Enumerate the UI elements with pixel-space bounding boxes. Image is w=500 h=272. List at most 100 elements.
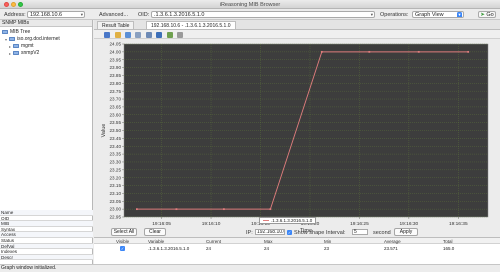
y-tick-label: 24.05: [110, 42, 122, 47]
table-icon[interactable]: [146, 31, 152, 38]
y-tick-label: 23.50: [110, 128, 122, 133]
folder-icon: [2, 30, 8, 34]
y-tick-label: 23.20: [110, 175, 122, 180]
y-tick-label: 23.25: [110, 167, 122, 172]
property-table: Name OID MIB Syntax Access Status DefVal…: [0, 210, 93, 261]
status-bar: Graph window initialized.: [0, 264, 500, 272]
bar-icon[interactable]: [167, 31, 173, 38]
data-point: [135, 208, 138, 211]
y-tick-label: 23.15: [110, 183, 122, 188]
sidebar-header: SNMP MIBs: [0, 20, 92, 27]
y-tick-label: 23.70: [110, 97, 122, 102]
address-value: 192.168.10.6: [30, 11, 63, 18]
y-tick-label: 23.55: [110, 120, 122, 125]
stats-table: Visible Variable Current Max Min Average…: [94, 237, 500, 264]
show-shape-checkbox[interactable]: ✓: [287, 229, 292, 235]
mib-sidebar: SNMP MIBs MIB Tree ▾ iso.org.dod.interne…: [0, 20, 93, 264]
table-header: Visible Variable Current Max Min Average…: [94, 238, 500, 244]
open-icon[interactable]: [115, 31, 121, 38]
y-tick-label: 23.60: [110, 112, 122, 117]
cell-total: 165.0: [443, 245, 455, 251]
chart-icon[interactable]: [156, 31, 162, 38]
folder-icon: [13, 51, 19, 55]
graph-controls: Select All Clear IP: 192.168.10.6 ✓ Show…: [94, 227, 500, 237]
col-current: Current: [206, 238, 222, 244]
ip-label: IP:: [246, 229, 253, 236]
y-tick-label: 23.75: [110, 89, 122, 94]
go-button[interactable]: ➤ Go: [478, 10, 496, 18]
oid-combo[interactable]: .1.3.6.1.3.2016.5.1.0 ▾: [151, 10, 375, 18]
tree-item-mgmt[interactable]: ▸ mgmt: [9, 43, 34, 49]
address-toolbar: Address: 192.168.10.6 ▾ Advanced... OID:…: [0, 9, 500, 20]
address-label: Address:: [4, 12, 26, 18]
y-tick-label: 23.10: [110, 191, 122, 196]
folder-icon: [13, 44, 19, 48]
cell-average: 23.571: [384, 245, 398, 251]
interval-label: Interval:: [326, 229, 346, 236]
ip-field[interactable]: 192.168.10.6: [255, 228, 285, 235]
select-all-button[interactable]: Select All: [111, 228, 137, 236]
col-max: Max: [264, 238, 273, 244]
tree-item-mib-tree[interactable]: MIB Tree: [2, 29, 30, 35]
clear-button[interactable]: Clear: [144, 228, 166, 236]
y-tick-label: 23.40: [110, 144, 122, 149]
y-tick-label: 23.95: [110, 57, 122, 62]
tab-result-table[interactable]: Result Table: [97, 21, 135, 29]
y-tick-label: 23.65: [110, 105, 122, 110]
y-tick-label: 23.30: [110, 160, 122, 165]
tool-icon[interactable]: [177, 31, 183, 38]
window-title: iReasoning MIB Browser: [219, 1, 281, 8]
apply-button[interactable]: Apply: [394, 228, 418, 236]
property-descr: Descr: [0, 254, 93, 261]
cell-variable: .1.3.6.1.3.2016.5.1.0: [148, 245, 190, 251]
y-tick-label: 23.05: [110, 199, 122, 204]
y-tick-label: 24.00: [110, 49, 122, 54]
print-icon[interactable]: [104, 31, 110, 38]
col-visible: Visible: [116, 238, 130, 244]
show-shape-label: Show shape: [294, 229, 325, 236]
tab-graph[interactable]: 192.168.10.6 - .1.3.6.1.3.2016.5.1.0: [146, 21, 236, 29]
title-bar: iReasoning MIB Browser: [0, 0, 500, 9]
data-point: [368, 50, 371, 53]
y-axis-label: Value: [101, 124, 107, 138]
advanced-link[interactable]: Advanced...: [99, 12, 128, 18]
col-average: Average: [384, 238, 401, 244]
go-arrow-icon: ➤: [480, 11, 485, 18]
graph-pane: Result Table 192.168.10.6 - .1.3.6.1.3.2…: [94, 20, 500, 264]
chevron-down-icon: ▾: [370, 11, 373, 17]
data-point: [269, 208, 272, 211]
chevron-down-icon: ▾: [80, 11, 83, 17]
graph-area: 24.05 24.00 23.95 23.90 23.85 23.80 23.75 23.70…: [94, 39, 500, 236]
operations-select[interactable]: Graph View ▾: [412, 10, 464, 18]
cell-current: 24: [206, 245, 212, 251]
operations-value: Graph View: [415, 11, 444, 18]
y-tick-label: 23.35: [110, 152, 122, 157]
y-tick-label: 23.90: [110, 65, 122, 70]
data-point: [223, 208, 225, 211]
interval-field[interactable]: 5: [352, 228, 368, 235]
address-combo[interactable]: 192.168.10.6 ▾: [27, 10, 85, 18]
cell-min: 23: [324, 245, 330, 251]
operations-label: Operations:: [380, 12, 409, 18]
tree-item-internet[interactable]: ▾ iso.org.dod.internet: [5, 36, 60, 42]
line-chart: 24.05 24.00 23.95 23.90 23.85 23.80 23.75 23.70…: [101, 42, 489, 234]
save-icon[interactable]: [125, 31, 131, 38]
oid-label: OID:: [138, 12, 150, 18]
col-total: Total: [443, 238, 453, 244]
data-point: [175, 208, 178, 211]
chevron-down-icon: ▾: [457, 11, 462, 18]
y-tick-label: 23.45: [110, 136, 122, 141]
cell-max: 24: [264, 245, 270, 251]
oid-value: .1.3.6.1.3.2016.5.1.0: [154, 11, 205, 18]
y-tick-label: 23.00: [110, 207, 122, 212]
visible-checkbox[interactable]: ✓: [120, 245, 125, 251]
tree-item-snmpv2[interactable]: ▸ snmpV2: [9, 50, 39, 56]
col-min: Min: [324, 238, 332, 244]
grid-icon[interactable]: [135, 31, 141, 38]
data-point: [417, 50, 420, 53]
col-variable: Variable: [148, 238, 165, 244]
data-point: [320, 50, 323, 53]
folder-icon: [9, 37, 15, 41]
y-tick-label: 22.95: [110, 215, 122, 220]
legend-swatch: [263, 220, 269, 221]
